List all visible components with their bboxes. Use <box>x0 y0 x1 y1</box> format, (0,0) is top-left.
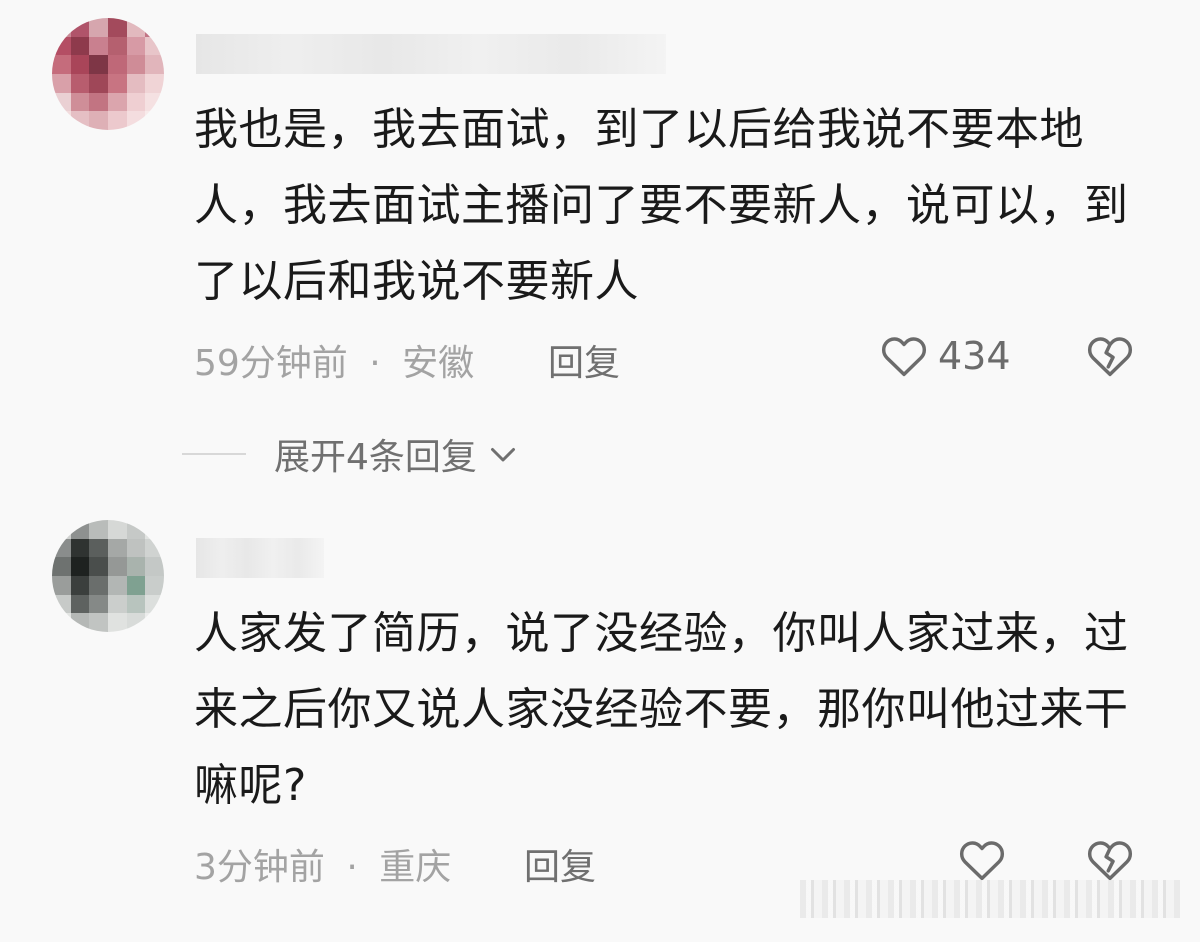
comment-meta: 59分钟前 · 安徽 <box>194 334 474 386</box>
chevron-down-icon <box>485 436 521 472</box>
broken-heart-icon[interactable] <box>1084 834 1136 886</box>
timestamp: 3分钟前 <box>194 847 325 888</box>
heart-outline-icon <box>878 330 930 382</box>
heart-outline-icon <box>956 834 1008 886</box>
separator: · <box>369 343 381 384</box>
reply-button[interactable]: 回复 <box>524 838 596 890</box>
expand-replies-button[interactable]: 展开4条回复 <box>182 428 521 480</box>
expand-replies-label: 展开4条回复 <box>274 437 477 478</box>
location: 安徽 <box>402 343 475 384</box>
like-button[interactable]: 434 <box>878 330 1011 382</box>
separator: · <box>346 847 358 888</box>
location: 重庆 <box>379 847 452 888</box>
username[interactable] <box>196 34 666 74</box>
broken-heart-icon[interactable] <box>1084 330 1136 382</box>
username[interactable] <box>196 538 324 578</box>
avatar[interactable] <box>52 18 164 130</box>
timestamp: 59分钟前 <box>194 343 348 384</box>
blurred-watermark <box>800 880 1180 918</box>
like-button[interactable] <box>956 834 1008 886</box>
reply-button[interactable]: 回复 <box>548 334 620 386</box>
comment-text: 我也是，我去面试，到了以后给我说不要本地人，我去面试主播问了要不要新人，说可以，… <box>194 104 1129 307</box>
comment-meta: 3分钟前 · 重庆 <box>194 838 451 890</box>
comment-text: 人家发了简历，说了没经验，你叫人家过来，过来之后你又说人家没经验不要，那你叫他过… <box>194 608 1129 811</box>
divider-line <box>182 453 246 455</box>
avatar[interactable] <box>52 520 164 632</box>
like-count: 434 <box>938 334 1011 378</box>
